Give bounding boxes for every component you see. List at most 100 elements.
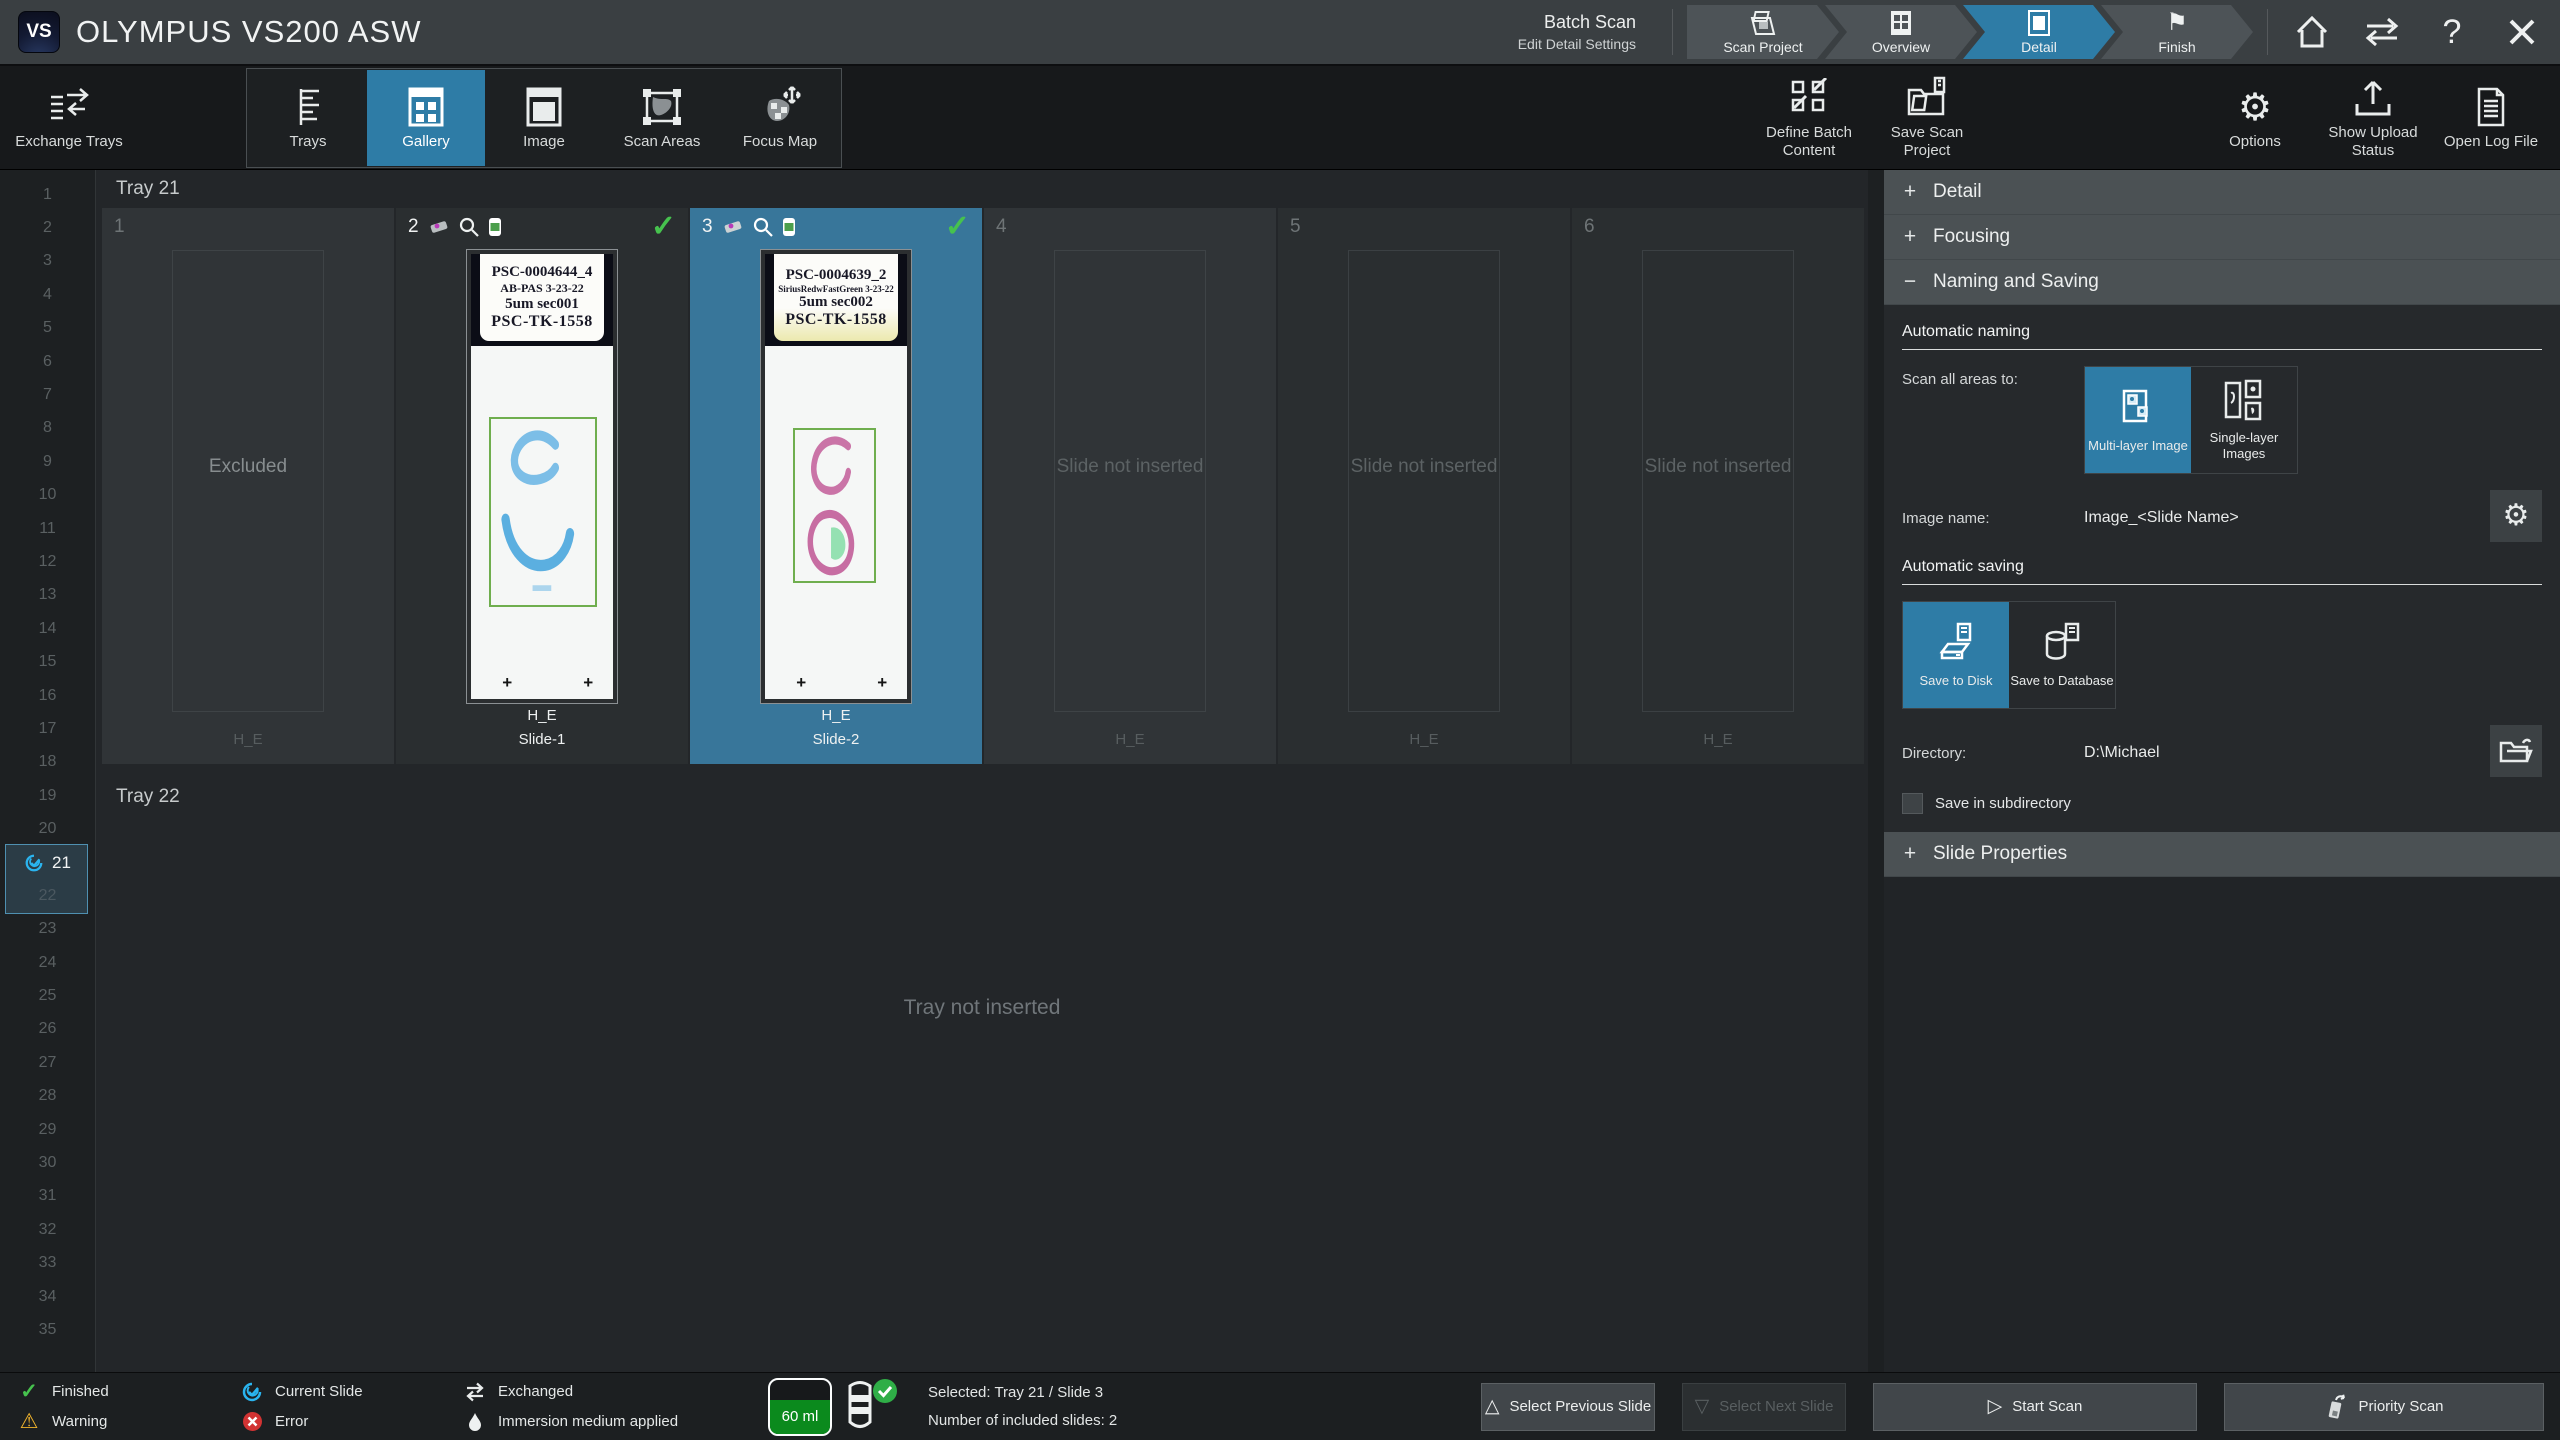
save-scan-project-label: Save Scan Project (1868, 124, 1986, 160)
slide-status-text: Excluded (173, 453, 323, 480)
save-in-subdirectory-checkbox[interactable] (1902, 793, 1923, 814)
tray-list-item-21[interactable]: 21 (0, 846, 95, 879)
tray-list-item-9[interactable]: 9 (0, 445, 95, 478)
slide-name: Slide-2 (813, 728, 860, 752)
label-line: 5um sec002 (799, 294, 873, 311)
accordion-slide-properties[interactable]: + Slide Properties (1884, 832, 2560, 877)
tray-list-item-15[interactable]: 15 (0, 645, 95, 678)
tray-list-item-11[interactable]: 11 (0, 512, 95, 545)
tray-list-item-7[interactable]: 7 (0, 378, 95, 411)
focus-map-button[interactable]: Focus Map (721, 70, 839, 166)
tray-list-item-27[interactable]: 27 (0, 1046, 95, 1079)
tray-list-item-4[interactable]: 4 (0, 278, 95, 311)
accordion-focusing[interactable]: + Focusing (1884, 215, 2560, 260)
exchange-trays-button[interactable]: Exchange Trays (10, 70, 128, 166)
tray-list-item-3[interactable]: 3 (0, 245, 95, 278)
tray22-section-title: Tray 22 (96, 778, 1868, 816)
image-name-settings-button[interactable]: ⚙ (2490, 490, 2542, 542)
close-icon[interactable] (2502, 12, 2542, 52)
tray-list-item-6[interactable]: 6 (0, 345, 95, 378)
gallery-button[interactable]: Gallery (367, 70, 485, 166)
fiducial-mark: + (502, 673, 512, 693)
tray-list-item-24[interactable]: 24 (0, 946, 95, 979)
legend-exchanged: Exchanged (462, 1379, 762, 1405)
transfer-icon[interactable] (2362, 12, 2402, 52)
selection-summary: Selected: Tray 21 / Slide 3 Number of in… (928, 1379, 1117, 1435)
save-to-disk-button[interactable]: Save to Disk (1903, 602, 2009, 708)
image-button[interactable]: Image (485, 70, 603, 166)
tray-list-item-12[interactable]: 12 (0, 545, 95, 578)
tray-list-item-35[interactable]: 35 (0, 1313, 95, 1346)
label-line: PSC-0004644_4 (492, 264, 593, 281)
step-finish[interactable]: ⚑ Finish (2101, 5, 2253, 59)
step-overview[interactable]: Overview (1825, 5, 1977, 59)
tray-list-item-33[interactable]: 33 (0, 1247, 95, 1280)
home-icon[interactable] (2292, 12, 2332, 52)
single-layer-images-button[interactable]: Single-layer Images (2191, 367, 2297, 473)
tray-list-item-8[interactable]: 8 (0, 412, 95, 445)
tray-list-item-34[interactable]: 34 (0, 1280, 95, 1313)
browse-directory-button[interactable] (2490, 725, 2542, 777)
tray-list-item-10[interactable]: 10 (0, 479, 95, 512)
save-in-subdirectory-row[interactable]: Save in subdirectory (1884, 793, 2560, 826)
step-label: Detail (2021, 39, 2057, 55)
tray-list-item-28[interactable]: 28 (0, 1080, 95, 1113)
slide-tile-6[interactable]: 6 Slide not inserted H_E (1572, 208, 1864, 764)
tray-list-item-18[interactable]: 18 (0, 746, 95, 779)
tray-list-item-29[interactable]: 29 (0, 1113, 95, 1146)
priority-scan-button[interactable]: Priority Scan (2224, 1383, 2544, 1431)
tray-list-item-22[interactable]: 22 (0, 879, 95, 912)
select-next-slide-button[interactable]: ▽ Select Next Slide (1682, 1383, 1846, 1431)
exchanged-icon (462, 1382, 488, 1402)
tray-list-item-32[interactable]: 32 (0, 1213, 95, 1246)
tray-list-item-30[interactable]: 30 (0, 1146, 95, 1179)
tray-list-item-23[interactable]: 23 (0, 913, 95, 946)
accordion-detail-label: Detail (1933, 181, 1982, 203)
tray-list-item-31[interactable]: 31 (0, 1180, 95, 1213)
tray-list-item-17[interactable]: 17 (0, 712, 95, 745)
step-detail[interactable]: Detail (1963, 5, 2115, 59)
slide-tile-4[interactable]: 4 Slide not inserted H_E (984, 208, 1276, 764)
tray-list-item-16[interactable]: 16 (0, 679, 95, 712)
tray-list-item-19[interactable]: 19 (0, 779, 95, 812)
tray-list-item-20[interactable]: 20 (0, 812, 95, 845)
slide-tile-1[interactable]: 1 Excluded H_E (102, 208, 394, 764)
save-scan-project-button[interactable]: Save Scan Project (1868, 70, 1986, 166)
tray-number: 13 (39, 586, 57, 604)
tray-list-item-5[interactable]: 5 (0, 312, 95, 345)
step-scan-project[interactable]: Scan Project (1687, 5, 1839, 59)
legend-warning: ⚠ Warning (16, 1409, 231, 1435)
stain-name: H_E (813, 704, 860, 728)
define-batch-content-button[interactable]: Define Batch Content (1750, 70, 1868, 166)
tray-number: 30 (39, 1154, 57, 1172)
tray-list-item-2[interactable]: 2 (0, 211, 95, 244)
multi-layer-image-button[interactable]: Multi-layer Image (2085, 367, 2191, 473)
open-log-file-button[interactable]: Open Log File (2432, 70, 2550, 166)
tray-number: 7 (43, 386, 52, 404)
status-bar: ✓ Finished ⚠ Warning Current Slide Error… (0, 1372, 2560, 1440)
trays-button[interactable]: Trays (249, 70, 367, 166)
magnifier-icon (459, 217, 479, 237)
options-button[interactable]: ⚙ Options (2196, 70, 2314, 166)
slide-caption: H_E (1409, 728, 1438, 764)
slide-tile-2[interactable]: 2 ✓ PSC-0004 (396, 208, 688, 764)
help-icon[interactable]: ? (2432, 12, 2472, 52)
single-layer-icon (2222, 379, 2266, 423)
tray-list-item-26[interactable]: 26 (0, 1013, 95, 1046)
slide-tile-5[interactable]: 5 Slide not inserted H_E (1278, 208, 1570, 764)
tray-list-item-13[interactable]: 13 (0, 579, 95, 612)
start-scan-button[interactable]: ▷ Start Scan (1873, 1383, 2197, 1431)
tray-list-item-1[interactable]: 1 (0, 178, 95, 211)
tray21-slide-tiles: 1 Excluded H_E 2 (96, 208, 1868, 764)
slide-image: PSC-0004639_2 SiriusRedwFastGreen 3-23-2… (760, 249, 912, 704)
accordion-naming-saving[interactable]: − Naming and Saving (1884, 260, 2560, 305)
scan-areas-button[interactable]: Scan Areas (603, 70, 721, 166)
slide-tile-3-selected[interactable]: 3 ✓ PSC-0004 (690, 208, 982, 764)
accordion-detail[interactable]: + Detail (1884, 170, 2560, 215)
show-upload-status-button[interactable]: Show Upload Status (2314, 70, 2432, 166)
tray-list-item-14[interactable]: 14 (0, 612, 95, 645)
save-to-database-button[interactable]: Save to Database (2009, 602, 2115, 708)
image-label: Image (523, 133, 565, 151)
select-previous-slide-button[interactable]: △ Select Previous Slide (1481, 1383, 1655, 1431)
tray-list-item-25[interactable]: 25 (0, 979, 95, 1012)
